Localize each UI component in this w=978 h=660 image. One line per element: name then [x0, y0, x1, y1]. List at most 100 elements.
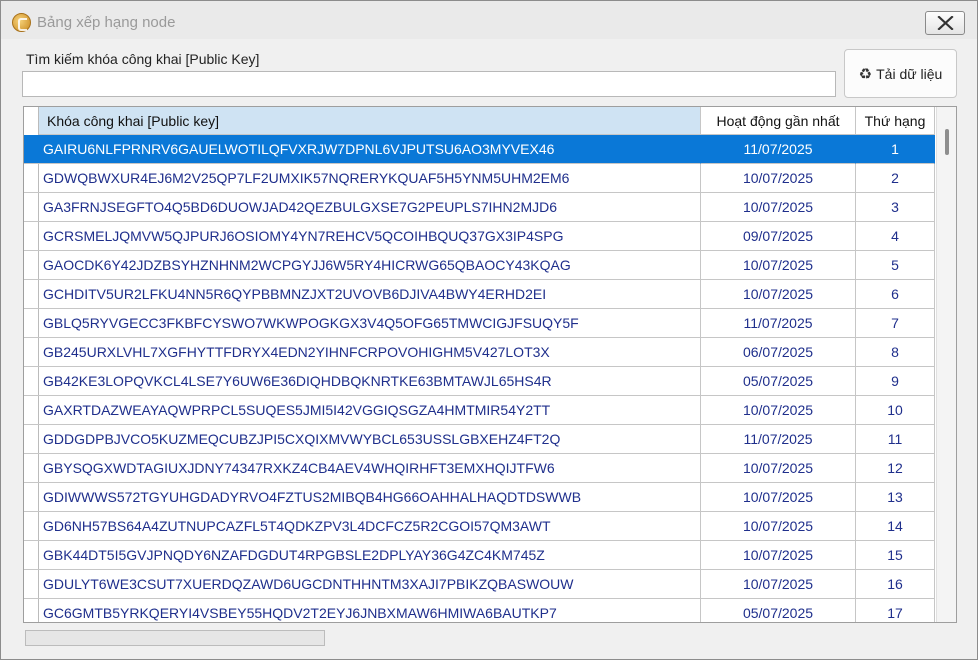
table-row[interactable]: GDDGDPBJVCO5KUZMEQCUBZJPI5CXQIXMVWYBCL65…: [39, 425, 935, 454]
rank-cell[interactable]: 16: [856, 570, 935, 599]
public-key-cell[interactable]: GBK44DT5I5GVJPNQDY6NZAFDGDUT4RPGBSLE2DPL…: [39, 541, 701, 570]
row-header-cell[interactable]: [24, 338, 39, 367]
window-title: Bảng xếp hạng node: [37, 14, 176, 31]
rank-cell[interactable]: 11: [856, 425, 935, 454]
rank-cell[interactable]: 17: [856, 599, 935, 622]
ranking-window: Bảng xếp hạng node Tìm kiếm khóa công kh…: [0, 0, 978, 660]
table-row[interactable]: GDIWWWS572TGYUHGDADYRVO4FZTUS2MIBQB4HG66…: [39, 483, 935, 512]
public-key-cell[interactable]: GDDGDPBJVCO5KUZMEQCUBZJPI5CXQIXMVWYBCL65…: [39, 425, 701, 454]
column-header-rank[interactable]: Thứ hạng: [856, 107, 935, 135]
column-header-public-key[interactable]: Khóa công khai [Public key]: [39, 107, 701, 135]
row-header-cell[interactable]: [24, 222, 39, 251]
row-header-cell[interactable]: [24, 425, 39, 454]
rank-cell[interactable]: 3: [856, 193, 935, 222]
rank-cell[interactable]: 4: [856, 222, 935, 251]
public-key-cell[interactable]: GCRSMELJQMVW5QJPURJ6OSIOMY4YN7REHCV5QCOI…: [39, 222, 701, 251]
table-row[interactable]: GDULYT6WE3CSUT7XUERDQZAWD6UGCDNTHHNTM3XA…: [39, 570, 935, 599]
row-header-cell[interactable]: [24, 541, 39, 570]
public-key-cell[interactable]: GDULYT6WE3CSUT7XUERDQZAWD6UGCDNTHHNTM3XA…: [39, 570, 701, 599]
row-header-cell[interactable]: [24, 512, 39, 541]
rank-cell[interactable]: 10: [856, 396, 935, 425]
load-data-button[interactable]: ♻ Tải dữ liệu: [844, 49, 957, 98]
close-button[interactable]: [925, 11, 965, 35]
row-header-cell[interactable]: [24, 135, 39, 164]
table-header: Khóa công khai [Public key] Hoạt động gầ…: [39, 107, 935, 135]
row-header-cell[interactable]: [24, 483, 39, 512]
table-row[interactable]: GB245URXLVHL7XGFHYTTFDRYX4EDN2YIHNFCRPOV…: [39, 338, 935, 367]
table-body: GAIRU6NLFPRNRV6GAUELWOTILQFVXRJW7DPNL6VJ…: [39, 135, 935, 622]
vertical-scroll-thumb[interactable]: [945, 129, 949, 155]
last-active-cell[interactable]: 11/07/2025: [701, 135, 856, 164]
rank-cell[interactable]: 15: [856, 541, 935, 570]
row-header-cell[interactable]: [24, 280, 39, 309]
rank-cell[interactable]: 7: [856, 309, 935, 338]
public-key-cell[interactable]: GCHDITV5UR2LFKU4NN5R6QYPBBMNZJXT2UVOVB6D…: [39, 280, 701, 309]
last-active-cell[interactable]: 10/07/2025: [701, 512, 856, 541]
last-active-cell[interactable]: 10/07/2025: [701, 251, 856, 280]
last-active-cell[interactable]: 10/07/2025: [701, 396, 856, 425]
rank-cell[interactable]: 1: [856, 135, 935, 164]
row-header-cell[interactable]: [24, 599, 39, 622]
table-row[interactable]: GCHDITV5UR2LFKU4NN5R6QYPBBMNZJXT2UVOVB6D…: [39, 280, 935, 309]
column-header-last-active[interactable]: Hoạt động gần nhất: [701, 107, 856, 135]
table-row[interactable]: GA3FRNJSEGFTO4Q5BD6DUOWJAD42QEZBULGXSE7G…: [39, 193, 935, 222]
public-key-cell[interactable]: GD6NH57BS64A4ZUTNUPCAZFL5T4QDKZPV3L4DCFC…: [39, 512, 701, 541]
row-header-cell[interactable]: [24, 570, 39, 599]
rank-cell[interactable]: 12: [856, 454, 935, 483]
rank-cell[interactable]: 5: [856, 251, 935, 280]
last-active-cell[interactable]: 05/07/2025: [701, 367, 856, 396]
rank-cell[interactable]: 9: [856, 367, 935, 396]
public-key-cell[interactable]: GDIWWWS572TGYUHGDADYRVO4FZTUS2MIBQB4HG66…: [39, 483, 701, 512]
table-row[interactable]: GBK44DT5I5GVJPNQDY6NZAFDGDUT4RPGBSLE2DPL…: [39, 541, 935, 570]
row-header-cell[interactable]: [24, 396, 39, 425]
vertical-scrollbar[interactable]: [936, 107, 956, 622]
last-active-cell[interactable]: 10/07/2025: [701, 483, 856, 512]
public-key-search-input[interactable]: [22, 71, 836, 97]
last-active-cell[interactable]: 10/07/2025: [701, 454, 856, 483]
node-ranking-table[interactable]: Khóa công khai [Public key] Hoạt động gầ…: [23, 106, 957, 623]
last-active-cell[interactable]: 10/07/2025: [701, 570, 856, 599]
rank-cell[interactable]: 13: [856, 483, 935, 512]
table-row[interactable]: GC6GMTB5YRKQERYI4VSBEY55HQDV2T2EYJ6JNBXM…: [39, 599, 935, 622]
last-active-cell[interactable]: 10/07/2025: [701, 280, 856, 309]
table-row[interactable]: GBYSQGXWDTAGIUXJDNY74347RXKZ4CB4AEV4WHQI…: [39, 454, 935, 483]
table-row[interactable]: GDWQBWXUR4EJ6M2V25QP7LF2UMXIK57NQRERYKQU…: [39, 164, 935, 193]
public-key-cell[interactable]: GDWQBWXUR4EJ6M2V25QP7LF2UMXIK57NQRERYKQU…: [39, 164, 701, 193]
public-key-cell[interactable]: GBLQ5RYVGECC3FKBFCYSWO7WKWPOGKGX3V4Q5OFG…: [39, 309, 701, 338]
rank-cell[interactable]: 2: [856, 164, 935, 193]
row-header-cell[interactable]: [24, 193, 39, 222]
row-header-cell[interactable]: [24, 164, 39, 193]
row-header-cell[interactable]: [24, 367, 39, 396]
rank-cell[interactable]: 14: [856, 512, 935, 541]
public-key-cell[interactable]: GAOCDK6Y42JDZBSYHZNHNM2WCPGYJJ6W5RY4HICR…: [39, 251, 701, 280]
last-active-cell[interactable]: 11/07/2025: [701, 425, 856, 454]
last-active-cell[interactable]: 10/07/2025: [701, 541, 856, 570]
table-row[interactable]: GB42KE3LOPQVKCL4LSE7Y6UW6E36DIQHDBQKNRTK…: [39, 367, 935, 396]
row-header-cell[interactable]: [24, 454, 39, 483]
public-key-cell[interactable]: GC6GMTB5YRKQERYI4VSBEY55HQDV2T2EYJ6JNBXM…: [39, 599, 701, 622]
last-active-cell[interactable]: 10/07/2025: [701, 193, 856, 222]
public-key-cell[interactable]: GB42KE3LOPQVKCL4LSE7Y6UW6E36DIQHDBQKNRTK…: [39, 367, 701, 396]
public-key-cell[interactable]: GB245URXLVHL7XGFHYTTFDRYX4EDN2YIHNFCRPOV…: [39, 338, 701, 367]
public-key-cell[interactable]: GA3FRNJSEGFTO4Q5BD6DUOWJAD42QEZBULGXSE7G…: [39, 193, 701, 222]
loading-progress-bar: [25, 630, 325, 646]
row-header-cell[interactable]: [24, 309, 39, 338]
table-row[interactable]: GD6NH57BS64A4ZUTNUPCAZFL5T4QDKZPV3L4DCFC…: [39, 512, 935, 541]
table-row[interactable]: GAIRU6NLFPRNRV6GAUELWOTILQFVXRJW7DPNL6VJ…: [39, 135, 935, 164]
table-row[interactable]: GCRSMELJQMVW5QJPURJ6OSIOMY4YN7REHCV5QCOI…: [39, 222, 935, 251]
public-key-cell[interactable]: GBYSQGXWDTAGIUXJDNY74347RXKZ4CB4AEV4WHQI…: [39, 454, 701, 483]
public-key-cell[interactable]: GAIRU6NLFPRNRV6GAUELWOTILQFVXRJW7DPNL6VJ…: [39, 135, 701, 164]
last-active-cell[interactable]: 10/07/2025: [701, 164, 856, 193]
title-bar[interactable]: Bảng xếp hạng node: [1, 1, 977, 39]
last-active-cell[interactable]: 05/07/2025: [701, 599, 856, 622]
table-row[interactable]: GBLQ5RYVGECC3FKBFCYSWO7WKWPOGKGX3V4Q5OFG…: [39, 309, 935, 338]
last-active-cell[interactable]: 09/07/2025: [701, 222, 856, 251]
table-row[interactable]: GAOCDK6Y42JDZBSYHZNHNM2WCPGYJJ6W5RY4HICR…: [39, 251, 935, 280]
rank-cell[interactable]: 8: [856, 338, 935, 367]
row-header-cell[interactable]: [24, 251, 39, 280]
last-active-cell[interactable]: 11/07/2025: [701, 309, 856, 338]
last-active-cell[interactable]: 06/07/2025: [701, 338, 856, 367]
rank-cell[interactable]: 6: [856, 280, 935, 309]
table-row[interactable]: GAXRTDAZWEAYAQWPRPCL5SUQES5JMI5I42VGGIQS…: [39, 396, 935, 425]
public-key-cell[interactable]: GAXRTDAZWEAYAQWPRPCL5SUQES5JMI5I42VGGIQS…: [39, 396, 701, 425]
